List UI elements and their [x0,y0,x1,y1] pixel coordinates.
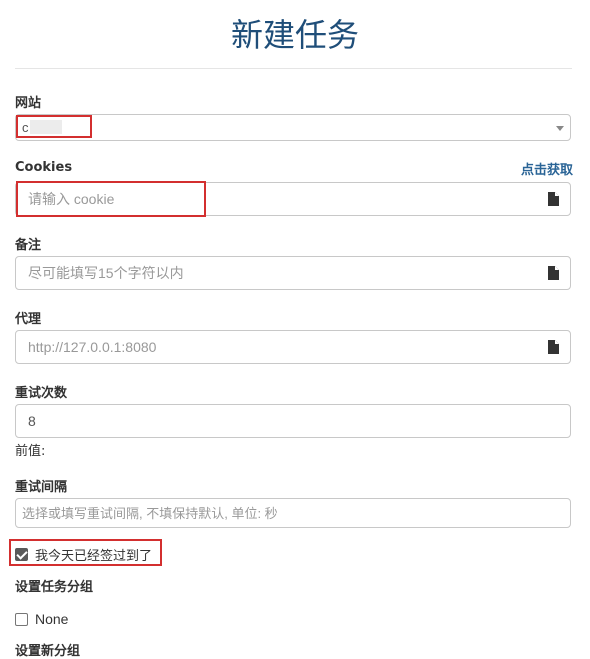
chevron-down-icon [556,126,564,131]
file-icon[interactable] [548,340,559,354]
cookies-label: Cookies [15,160,73,175]
proxy-input[interactable] [28,331,528,363]
retry-count-label: 重试次数 [15,386,68,401]
signed-today-checkbox[interactable] [15,548,28,561]
task-group-none-row[interactable]: None [15,611,68,627]
task-group-none-label: None [35,611,69,627]
retry-interval-input[interactable] [22,499,522,527]
task-group-label: 设置任务分组 [15,580,94,595]
signed-today-label: 我今天已经签过到了 [35,549,153,564]
proxy-label: 代理 [15,312,42,327]
retry-count-input[interactable] [28,405,528,437]
signed-today-row[interactable]: 我今天已经签过到了 [15,545,152,564]
retry-interval-field [15,498,571,528]
site-value-redaction [30,120,62,134]
site-select[interactable]: c [15,114,571,141]
remark-label: 备注 [15,238,42,253]
file-icon[interactable] [548,266,559,280]
task-group-none-checkbox[interactable] [15,612,28,626]
fetch-cookie-link[interactable]: 点击获取 [521,159,573,178]
retry-count-helper: 前值: [15,444,46,459]
remark-field [15,256,571,290]
retry-count-field [15,404,571,438]
proxy-field [15,330,571,364]
cookies-input[interactable] [28,183,528,215]
new-group-label: 设置新分组 [15,644,81,659]
page-title: 新建任务 [230,16,359,54]
cookies-field [15,182,571,216]
file-icon[interactable] [548,192,559,206]
title-divider [15,68,572,69]
retry-interval-label: 重试间隔 [15,480,68,495]
site-label: 网站 [15,96,42,111]
site-select-value: c [22,120,29,135]
remark-input[interactable] [28,257,528,289]
